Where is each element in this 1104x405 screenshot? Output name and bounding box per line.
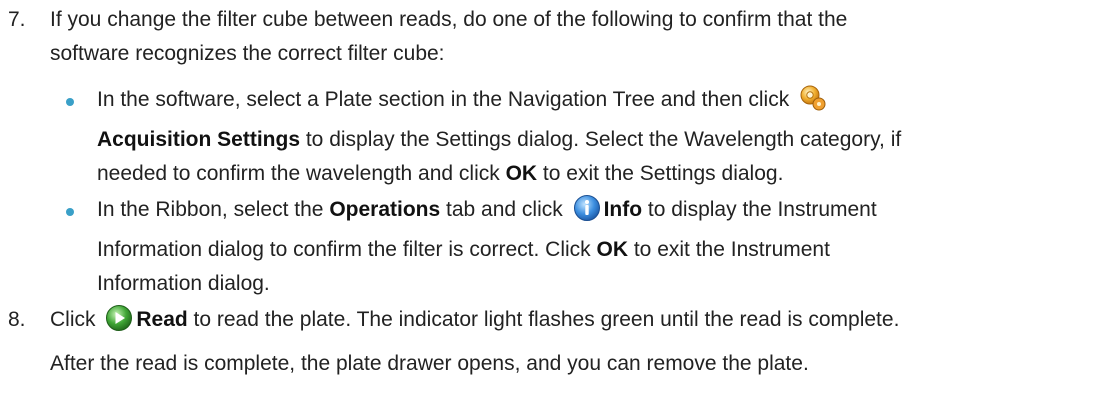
bullet-2-line-3: Information dialog.: [97, 272, 270, 295]
bullet-dot: [66, 98, 74, 106]
acquisition-settings-icon[interactable]: [798, 84, 828, 123]
bullet-1-line-1: In the software, select a Plate section …: [97, 83, 1086, 123]
acquisition-settings-label: Acquisition Settings: [97, 128, 301, 151]
step-8-line-1: Click Read to read the plate. The indica…: [50, 303, 1086, 343]
bullet-2-text: In the Ribbon, select the Operations tab…: [97, 193, 1086, 301]
bullet-1-text: In the software, select a Plate section …: [97, 83, 1086, 191]
bullet-1-line-2: Acquisition Settings to display the Sett…: [97, 128, 902, 151]
step-7-line-2: software recognizes the correct filter c…: [50, 42, 445, 65]
ok-label: OK: [505, 162, 538, 185]
bullet-1-line-3: needed to confirm the wavelength and cli…: [97, 162, 784, 185]
step-7-line-1: If you change the filter cube between re…: [50, 8, 848, 31]
step-number: 7.: [8, 8, 26, 31]
bullet-dot: [66, 208, 74, 216]
step-8-text: Click Read to read the plate. The indica…: [50, 303, 1086, 343]
info-icon[interactable]: [572, 194, 602, 233]
bullet-2-line-2: Information dialog to confirm the filter…: [97, 238, 830, 261]
document-page: 7. If you change the filter cube between…: [0, 0, 1104, 405]
step-8-line-2: After the read is complete, the plate dr…: [50, 352, 809, 375]
read-label: Read: [136, 308, 188, 331]
step-7-text: If you change the filter cube between re…: [50, 3, 1086, 71]
bullet-2-line-1: In the Ribbon, select the Operations tab…: [97, 193, 1086, 233]
ok-label: OK: [596, 238, 629, 261]
info-label: Info: [603, 198, 643, 221]
operations-tab-label: Operations: [329, 198, 441, 221]
step-number: 8.: [8, 308, 26, 331]
read-play-icon[interactable]: [104, 304, 134, 343]
